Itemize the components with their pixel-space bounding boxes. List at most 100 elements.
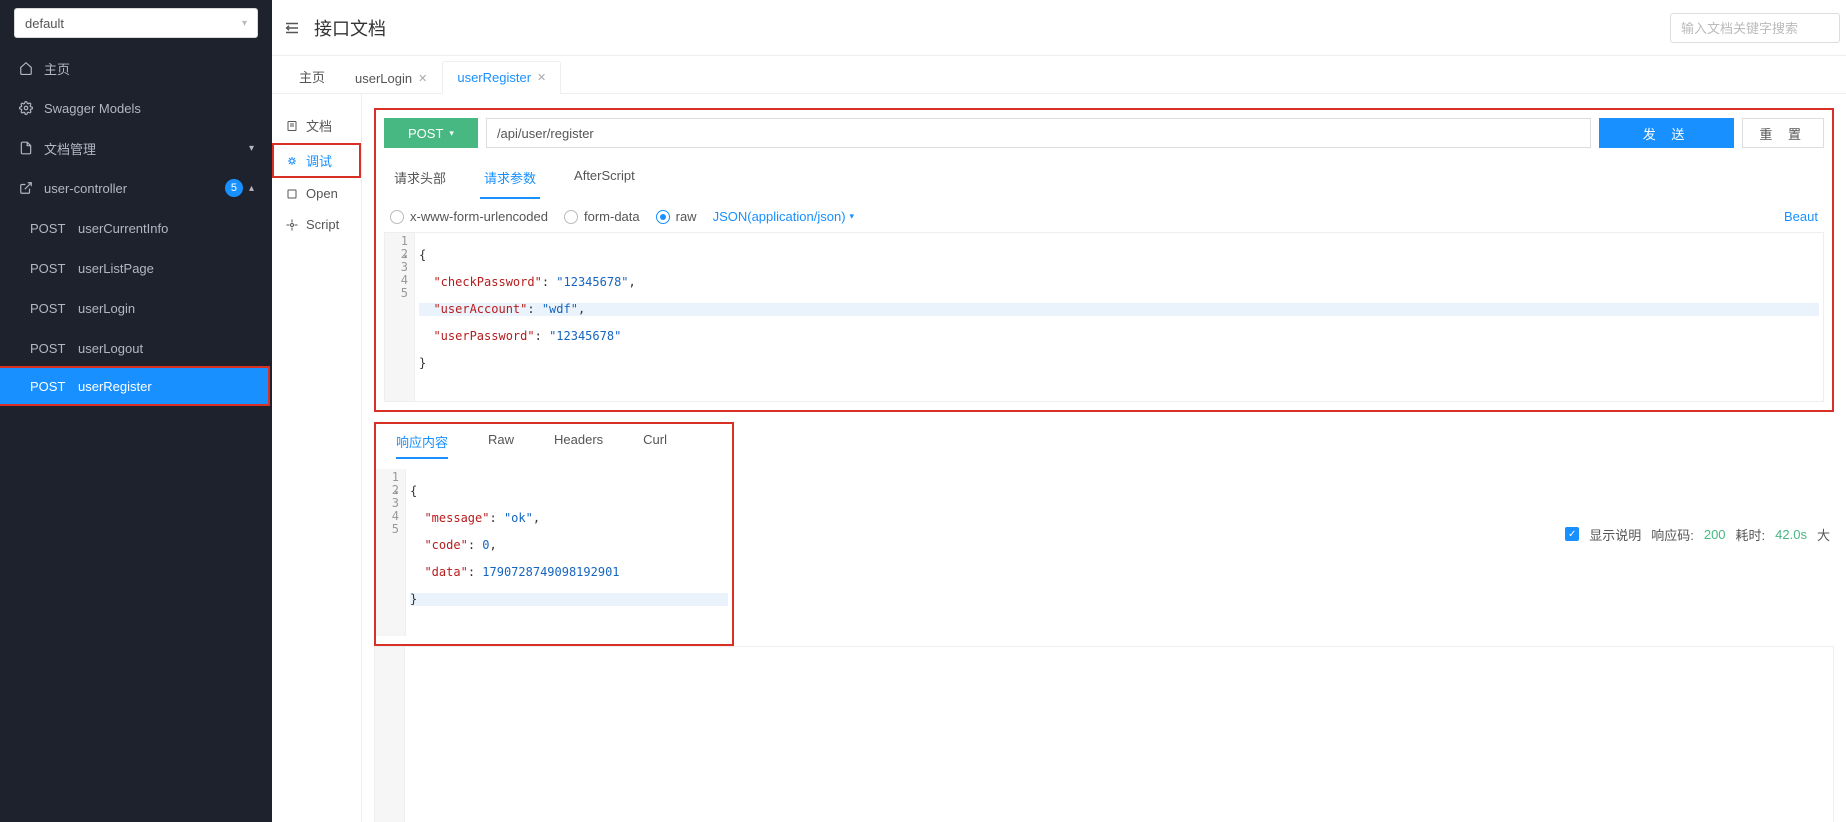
endpoint-name: userLogin <box>78 301 135 316</box>
sidetab-open[interactable]: Open <box>272 178 361 209</box>
tab-userRegister[interactable]: userRegister ✕ <box>442 61 561 94</box>
time-label: 耗时: <box>1736 525 1766 544</box>
tab-label: userLogin <box>355 71 412 86</box>
line-gutter: 12345 <box>385 233 415 401</box>
bodytype-label: x-www-form-urlencoded <box>410 209 548 224</box>
tab-label: 主页 <box>299 67 325 86</box>
endpoint-name: userLogout <box>78 341 143 356</box>
sidetab-label: Script <box>306 217 339 232</box>
radio-icon <box>656 210 670 224</box>
endpoint-userLogout[interactable]: POST userLogout <box>0 328 272 368</box>
resptab-headers[interactable]: Headers <box>554 432 603 459</box>
bug-icon <box>286 155 300 167</box>
tab-userLogin[interactable]: userLogin ✕ <box>340 62 442 94</box>
checkbox-show-desc[interactable]: ✓ <box>1565 527 1579 541</box>
menu-home-label: 主页 <box>44 59 254 78</box>
size-label: 大 <box>1817 525 1830 544</box>
content-type-select[interactable]: JSON(application/json) ▾ <box>713 209 854 224</box>
chevron-down-icon: ▾ <box>249 143 254 154</box>
menu-controller-label: user-controller <box>44 181 225 196</box>
line-gutter: 12345 <box>376 469 406 636</box>
sidetab-doc[interactable]: 文档 <box>272 108 361 143</box>
chevron-up-icon: ▴ <box>249 183 254 194</box>
bodytype-formdata[interactable]: form-data <box>564 209 640 224</box>
close-icon[interactable]: ✕ <box>418 72 427 85</box>
url-input[interactable]: /api/user/register <box>486 118 1591 148</box>
header: 接口文档 输入文档关键字搜索 <box>272 0 1846 56</box>
endpoint-count-badge: 5 <box>225 179 243 197</box>
endpoint-name: userCurrentInfo <box>78 221 168 236</box>
request-body-editor[interactable]: 12345 { "checkPassword": "12345678", "us… <box>384 232 1824 402</box>
resptab-curl[interactable]: Curl <box>643 432 667 459</box>
subtab-headers[interactable]: 请求头部 <box>390 162 450 199</box>
main: 接口文档 输入文档关键字搜索 主页 userLogin ✕ userRegist… <box>272 0 1846 822</box>
radio-icon <box>564 210 578 224</box>
group-select-value: default <box>25 16 64 31</box>
endpoint-userLogin[interactable]: POST userLogin <box>0 288 272 328</box>
tab-home[interactable]: 主页 <box>284 58 340 94</box>
group-select[interactable]: default ▾ <box>14 8 258 38</box>
endpoint-method: POST <box>30 301 78 316</box>
response-section: 响应内容 Raw Headers Curl 12345 { "message":… <box>374 422 1834 822</box>
endpoint-method: POST <box>30 261 78 276</box>
menu-swagger-label: Swagger Models <box>44 101 254 116</box>
beautify-button[interactable]: Beaut <box>1784 209 1818 224</box>
menu-home[interactable]: 主页 <box>0 48 272 88</box>
subtab-afterscript[interactable]: AfterScript <box>570 162 639 199</box>
menu-docmgr-label: 文档管理 <box>44 139 249 158</box>
status-label: 响应码: <box>1651 525 1694 544</box>
nav-tabs: 主页 userLogin ✕ userRegister ✕ <box>272 56 1846 94</box>
sidetab-label: 文档 <box>306 116 332 135</box>
chevron-down-icon: ▾ <box>449 128 454 139</box>
send-button[interactable]: 发 送 <box>1599 118 1735 148</box>
line-gutter <box>375 647 405 822</box>
api-icon <box>18 181 34 195</box>
content: POST ▾ /api/user/register 发 送 重 置 请求头部 请… <box>362 94 1846 822</box>
resptab-content[interactable]: 响应内容 <box>396 432 448 459</box>
sidetab-label: Open <box>306 186 338 201</box>
status-value: 200 <box>1704 527 1726 542</box>
endpoint-userListPage[interactable]: POST userListPage <box>0 248 272 288</box>
request-section: POST ▾ /api/user/register 发 送 重 置 请求头部 请… <box>374 108 1834 412</box>
collapse-sidebar-button[interactable] <box>272 19 312 37</box>
bodytype-form[interactable]: x-www-form-urlencoded <box>390 209 548 224</box>
show-desc-label: 显示说明 <box>1589 525 1641 544</box>
subtab-params[interactable]: 请求参数 <box>480 162 540 199</box>
sidetab-label: 调试 <box>306 151 332 170</box>
response-body-editor[interactable]: 12345 { "message": "ok", "code": 0, "dat… <box>376 469 732 636</box>
method-select[interactable]: POST ▾ <box>384 118 478 148</box>
method-label: POST <box>408 126 443 141</box>
response-meta: ✓ 显示说明 响应码: 200 耗时: 42.0s 大 <box>1565 525 1834 544</box>
home-icon <box>18 61 34 75</box>
reset-button[interactable]: 重 置 <box>1742 118 1824 148</box>
menu-swagger[interactable]: Swagger Models <box>0 88 272 128</box>
endpoint-method: POST <box>30 379 78 394</box>
doc-icon <box>18 141 34 155</box>
models-icon <box>18 101 34 115</box>
content-type-value: JSON(application/json) <box>713 209 846 224</box>
code-lines <box>405 647 1833 822</box>
search-input[interactable]: 输入文档关键字搜索 <box>1670 13 1840 43</box>
radio-icon <box>390 210 404 224</box>
close-icon[interactable]: ✕ <box>537 71 546 84</box>
bodytype-raw[interactable]: raw <box>656 209 697 224</box>
resptab-raw[interactable]: Raw <box>488 432 514 459</box>
sidebar: default ▾ 主页 Swagger Models 文 <box>0 0 272 822</box>
url-value: /api/user/register <box>497 126 594 141</box>
bodytype-label: raw <box>676 209 697 224</box>
code-lines: { "message": "ok", "code": 0, "data": 17… <box>406 469 732 636</box>
menu-docmgr[interactable]: 文档管理 ▾ <box>0 128 272 168</box>
open-icon <box>286 188 300 200</box>
endpoint-userCurrentInfo[interactable]: POST userCurrentInfo <box>0 208 272 248</box>
sidetab-script[interactable]: Script <box>272 209 361 240</box>
page-title: 接口文档 <box>314 15 1670 41</box>
endpoint-name: userRegister <box>78 379 152 394</box>
tab-label: userRegister <box>457 70 531 85</box>
doc-icon <box>286 120 300 132</box>
sidetab-debug[interactable]: 调试 <box>272 143 361 178</box>
bodytype-label: form-data <box>584 209 640 224</box>
response-body-full[interactable] <box>374 646 1834 822</box>
endpoint-method: POST <box>30 221 78 236</box>
endpoint-userRegister[interactable]: POST userRegister <box>0 366 270 406</box>
menu-controller[interactable]: user-controller 5 ▴ <box>0 168 272 208</box>
